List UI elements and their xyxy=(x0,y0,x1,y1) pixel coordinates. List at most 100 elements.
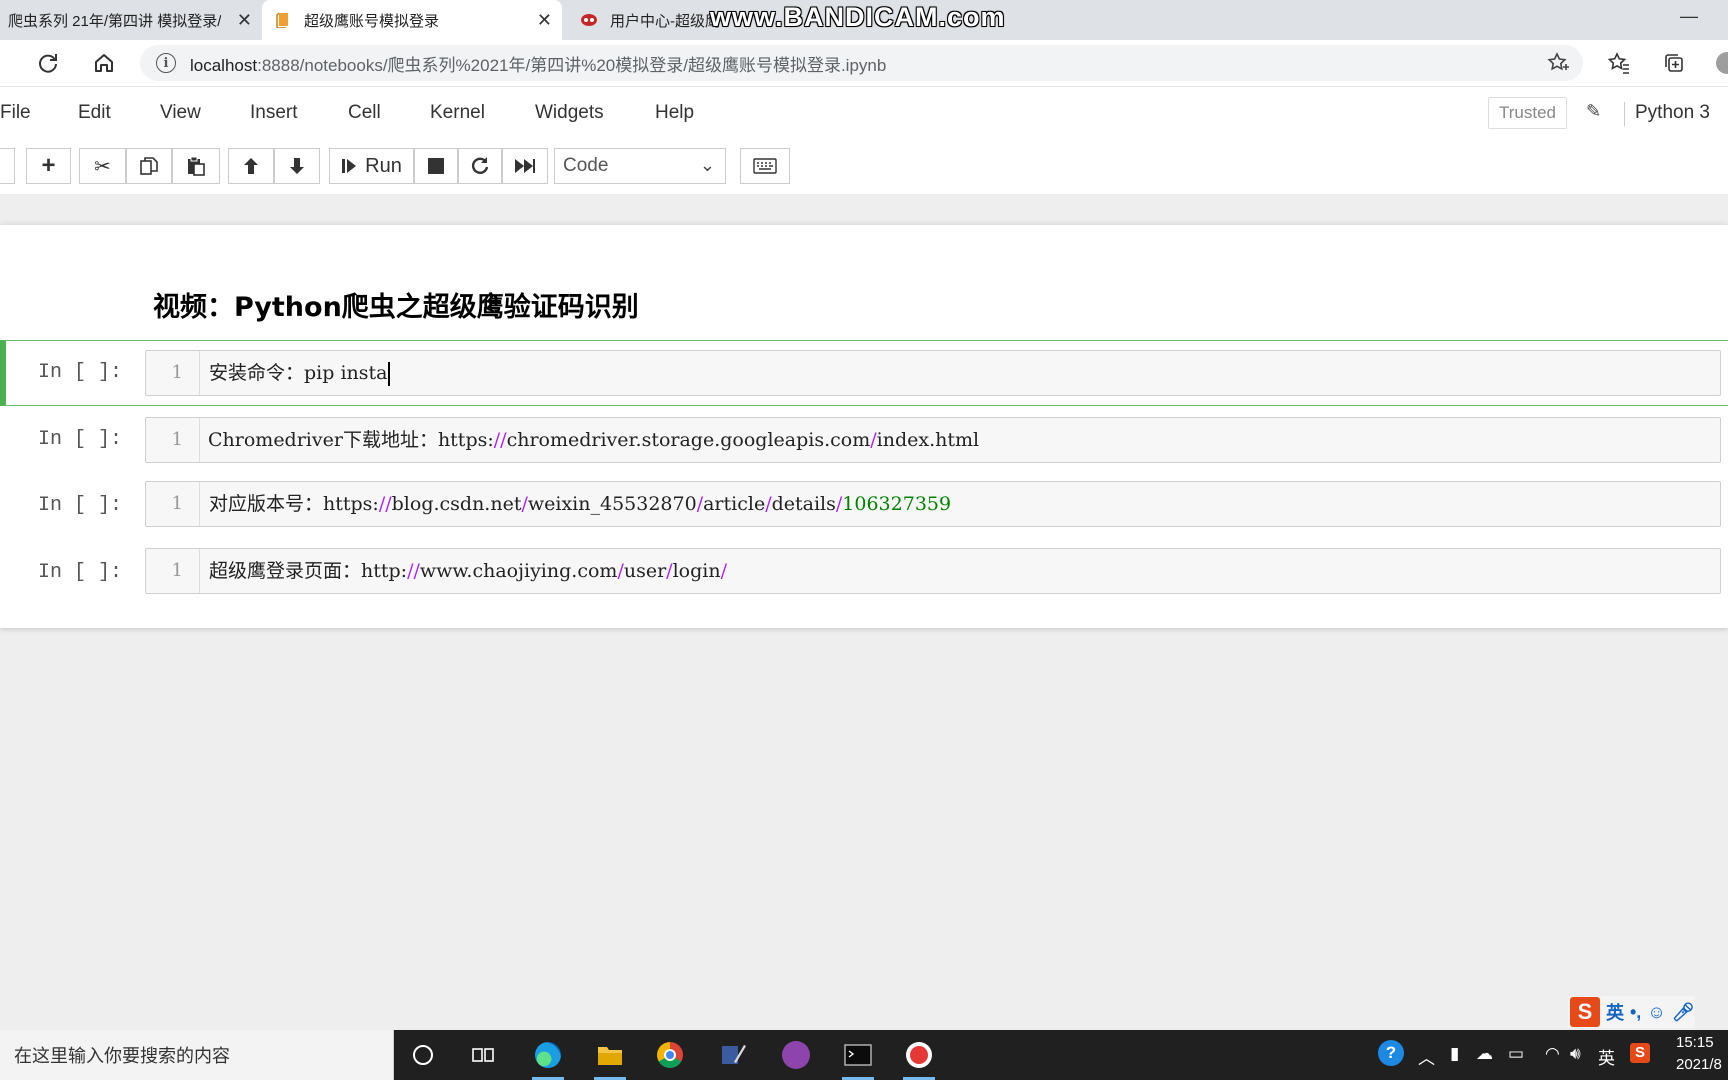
home-icon[interactable] xyxy=(89,48,119,78)
favorites-icon[interactable] xyxy=(1604,48,1634,78)
line-number: 1 xyxy=(146,482,200,526)
scissors-icon: ✂ xyxy=(94,155,111,178)
pencil-icon[interactable]: ✎ xyxy=(1586,101,1601,122)
code-input[interactable]: 1 对应版本号：https://blog.csdn.net/weixin_455… xyxy=(145,481,1721,527)
fast-forward-icon xyxy=(515,159,535,173)
restart-run-all-button[interactable] xyxy=(502,148,548,184)
code-line[interactable]: Chromedriver下载地址：https://chromedriver.st… xyxy=(208,418,979,462)
command-palette-button[interactable] xyxy=(740,148,790,184)
trusted-indicator[interactable]: Trusted xyxy=(1488,97,1568,129)
insert-cell-button[interactable]: + xyxy=(26,148,71,184)
ime-language[interactable]: 英 xyxy=(1606,999,1624,1025)
url-text: localhost:8888/notebooks/爬虫系列%2021年/第四讲%… xyxy=(190,55,887,75)
battery-icon[interactable]: ▭ xyxy=(1508,1044,1524,1064)
input-language[interactable]: 英 xyxy=(1598,1044,1615,1069)
code-line[interactable]: 安装命令：pip insta xyxy=(209,351,391,395)
cortana-icon[interactable] xyxy=(405,1038,441,1072)
jupyter-toolbar: + ✂ Run Code ⌄ xyxy=(0,138,1728,194)
sogou-tray-icon[interactable]: S xyxy=(1630,1042,1650,1063)
pen-tool-icon[interactable] xyxy=(715,1038,751,1072)
ime-toolbar[interactable]: S 英 •, ☺ 🎤︎ xyxy=(1568,996,1695,1028)
clock-date: 2021/8 xyxy=(1676,1056,1722,1073)
help-icon[interactable]: ? xyxy=(1378,1040,1404,1066)
code-line[interactable]: 对应版本号：https://blog.csdn.net/weixin_45532… xyxy=(209,482,951,526)
kernel-name[interactable]: Python 3 xyxy=(1624,102,1710,126)
restart-icon xyxy=(471,157,489,174)
volume-icon[interactable]: 🔊︎ xyxy=(1570,1044,1581,1064)
interrupt-button[interactable] xyxy=(414,148,458,184)
punctuation-icon[interactable]: •, xyxy=(1630,1002,1641,1023)
line-number: 1 xyxy=(146,351,200,395)
url-bar[interactable]: i localhost:8888/notebooks/爬虫系列%2021年/第四… xyxy=(140,45,1583,81)
onedrive-icon[interactable]: ☁ xyxy=(1476,1044,1493,1064)
edge-browser-icon[interactable] xyxy=(530,1038,566,1080)
app-purple-icon[interactable] xyxy=(778,1038,814,1072)
menu-edit[interactable]: Edit xyxy=(78,102,111,124)
save-button[interactable] xyxy=(0,148,15,184)
terminal-icon[interactable] xyxy=(840,1038,876,1080)
minimize-icon[interactable]: — xyxy=(1680,6,1698,27)
restart-button[interactable] xyxy=(458,148,502,184)
tab-title: 爬虫系列 21年/第四讲 模拟登录/ xyxy=(8,12,222,30)
markdown-heading: 视频：Python爬虫之超级鹰验证码识别 xyxy=(153,292,639,323)
add-favorite-icon[interactable] xyxy=(1547,52,1569,79)
copy-button[interactable] xyxy=(126,148,172,184)
close-icon[interactable]: ✕ xyxy=(237,10,252,31)
bandicam-watermark: www.BANDICAM.com xyxy=(710,2,1006,32)
tab-active-notebook[interactable]: 超级鹰账号模拟登录 ✕ xyxy=(262,0,562,40)
step-forward-icon xyxy=(342,159,357,173)
reload-icon[interactable] xyxy=(33,48,63,78)
arrow-up-icon xyxy=(244,158,258,174)
menu-help[interactable]: Help xyxy=(655,102,694,124)
close-icon[interactable]: ✕ xyxy=(537,10,552,31)
menu-view[interactable]: View xyxy=(160,102,201,124)
cut-button[interactable]: ✂ xyxy=(79,148,126,184)
code-input[interactable]: 1 超级鹰登录页面：http://www.chaojiying.com/user… xyxy=(145,548,1721,594)
chevron-up-icon[interactable]: ︿ xyxy=(1418,1044,1435,1069)
browser-tab-strip: 爬虫系列 21年/第四讲 模拟登录/ ✕ 超级鹰账号模拟登录 ✕ 用户中心-超级… xyxy=(0,0,1728,40)
menu-kernel[interactable]: Kernel xyxy=(430,102,485,124)
jupyter-menubar: File Edit View Insert Cell Kernel Widget… xyxy=(0,86,1728,139)
windows-taskbar: 在这里输入你要搜索的内容 ? ︿ ▮ ☁ ▭ ◠ 🔊︎ 英 S 15:15 20… xyxy=(0,1030,1728,1080)
clock-time: 15:15 xyxy=(1676,1034,1714,1051)
site-info-icon[interactable]: i xyxy=(156,53,176,73)
collections-icon[interactable] xyxy=(1659,48,1689,78)
task-view-icon[interactable] xyxy=(465,1038,501,1072)
code-line[interactable]: 超级鹰登录页面：http://www.chaojiying.com/user/l… xyxy=(209,549,727,593)
cell-type-value: Code xyxy=(563,155,609,176)
notebook-container: 视频：Python爬虫之超级鹰验证码识别 In [ ]: 1 安装命令：pip … xyxy=(0,225,1728,628)
menu-widgets[interactable]: Widgets xyxy=(535,102,604,124)
cell-prompt: In [ ]: xyxy=(38,361,123,384)
menu-cell[interactable]: Cell xyxy=(348,102,381,124)
tab-title: 用户中心-超级鹰 xyxy=(610,12,720,30)
code-cell[interactable]: In [ ]: 1 对应版本号：https://blog.csdn.net/we… xyxy=(0,474,1728,538)
paste-button[interactable] xyxy=(172,148,220,184)
taskbar-search-input[interactable]: 在这里输入你要搜索的内容 xyxy=(0,1030,394,1080)
move-up-button[interactable] xyxy=(228,148,274,184)
cell-prompt: In [ ]: xyxy=(38,561,123,584)
system-clock[interactable]: 15:15 2021/8 xyxy=(1676,1032,1722,1076)
code-cell-selected[interactable]: In [ ]: 1 安装命令：pip insta xyxy=(0,340,1728,406)
tab-notebook-folder[interactable]: 爬虫系列 21年/第四讲 模拟登录/ ✕ xyxy=(0,0,262,40)
code-input[interactable]: 1 Chromedriver下载地址：https://chromedriver.… xyxy=(145,417,1721,463)
profile-avatar[interactable] xyxy=(1712,48,1728,78)
code-cell[interactable]: In [ ]: 1 超级鹰登录页面：http://www.chaojiying.… xyxy=(0,540,1728,604)
menu-file[interactable]: File xyxy=(0,102,31,124)
emoji-icon[interactable]: ☺ xyxy=(1647,1002,1665,1023)
microphone-icon[interactable]: 🎤︎ xyxy=(1672,1002,1695,1023)
address-bar-row: i localhost:8888/notebooks/爬虫系列%2021年/第四… xyxy=(0,40,1728,86)
paste-icon xyxy=(188,156,205,176)
menu-insert[interactable]: Insert xyxy=(250,102,298,124)
sogou-logo-icon: S xyxy=(1570,997,1600,1027)
line-number: 1 xyxy=(146,549,200,593)
wifi-icon[interactable]: ◠ xyxy=(1545,1044,1560,1064)
microphone-tray-icon[interactable]: ▮ xyxy=(1450,1044,1459,1064)
bandicam-record-icon[interactable] xyxy=(901,1038,937,1080)
code-cell[interactable]: In [ ]: 1 Chromedriver下载地址：https://chrom… xyxy=(0,408,1728,472)
code-input[interactable]: 1 安装命令：pip insta xyxy=(145,350,1721,396)
cell-type-select[interactable]: Code ⌄ xyxy=(554,148,726,184)
chrome-icon[interactable] xyxy=(652,1038,688,1072)
file-explorer-icon[interactable] xyxy=(592,1038,628,1080)
move-down-button[interactable] xyxy=(274,148,320,184)
run-button[interactable]: Run xyxy=(329,148,414,184)
